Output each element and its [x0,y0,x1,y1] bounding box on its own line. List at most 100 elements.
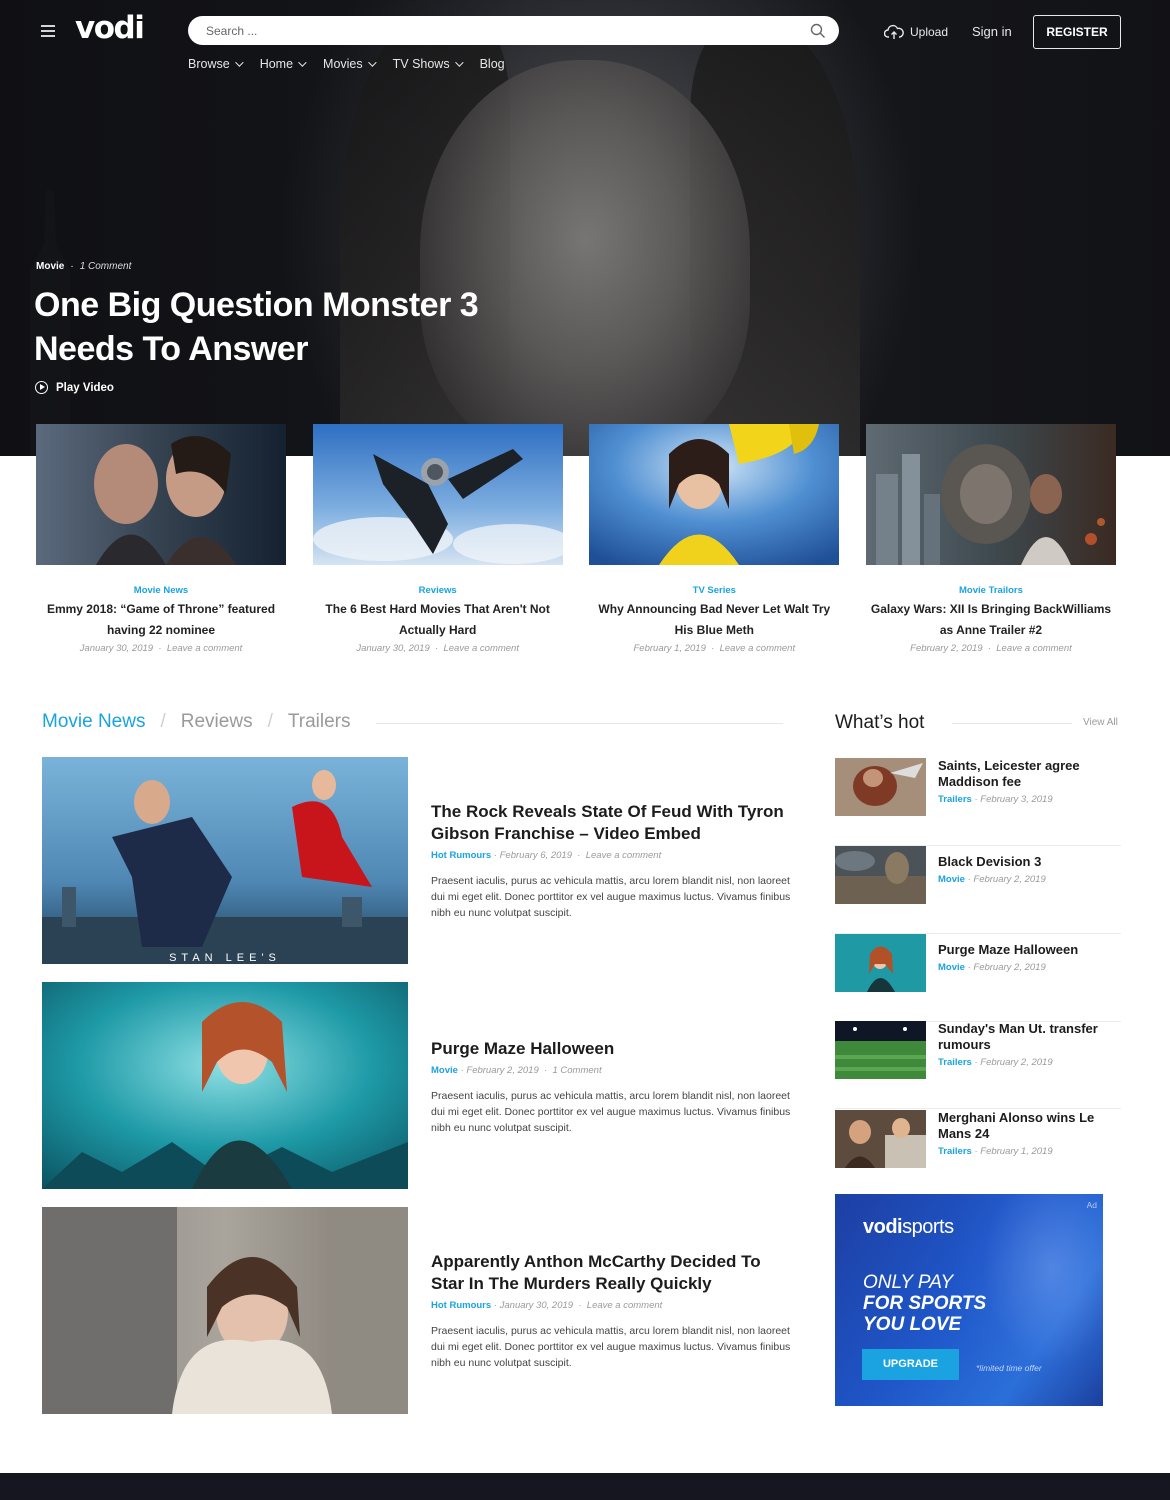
card-title[interactable]: Why Announcing Bad Never Let Walt Try Hi… [589,599,839,641]
post-thumbnail[interactable] [42,982,408,1189]
hero-title[interactable]: One Big Question Monster 3 Needs To Answ… [34,283,514,371]
featured-cards: Movie News Emmy 2018: “Game of Throne” f… [36,424,1116,654]
card-category[interactable]: Movie News [36,585,286,596]
card-comment-link[interactable]: Leave a comment [167,643,243,654]
nav-browse[interactable]: Browse [188,57,244,71]
view-all-link[interactable]: View All [1083,717,1118,728]
post-body: Purge Maze Halloween Movie · February 2,… [431,1038,791,1136]
cloud-upload-icon [884,24,904,39]
sidebar-hot-item[interactable]: Sunday's Man Ut. transfer rumours Traile… [835,1021,1121,1109]
card-meta: February 1, 2019 · Leave a comment [633,643,796,654]
card-comment-link[interactable]: Leave a comment [443,643,519,654]
ad-note: *limited time offer [976,1363,1042,1373]
hero-overlay [0,0,1170,456]
ad-slogan: ONLY PAY FOR SPORTS YOU LOVE [863,1272,987,1335]
hot-meta: Trailers · February 1, 2019 [938,1146,1053,1157]
post-comment-link[interactable]: 1 Comment [552,1065,601,1076]
nav-home[interactable]: Home [260,57,307,71]
featured-card[interactable]: Movie News Emmy 2018: “Game of Throne” f… [36,424,286,654]
card-title[interactable]: Galaxy Wars: XII Is Bringing BackWilliam… [866,599,1116,641]
hot-thumbnail[interactable] [835,1021,926,1079]
content-tabs: Movie News / Reviews / Trailers [42,711,351,733]
card-meta: February 2, 2019 · Leave a comment [910,643,1072,654]
card-meta: January 30, 2019 · Leave a comment [79,643,243,654]
hero-category[interactable]: Movie [36,261,64,272]
nav-blog[interactable]: Blog [480,57,505,71]
list-item: Apparently Anthon McCarthy Decided To St… [42,1207,792,1414]
hot-category[interactable]: Movie [938,962,965,973]
hot-title[interactable]: Saints, Leicester agree Maddison fee [938,758,1118,790]
sidebar-hot-item[interactable]: Merghani Alonso wins Le Mans 24 Trailers… [835,1110,1121,1198]
hot-category[interactable]: Trailers [938,794,972,805]
sidebar-hot-item[interactable]: Black Devision 3 Movie · February 2, 201… [835,846,1121,934]
search-input[interactable] [206,16,796,45]
post-excerpt: Praesent iaculis, purus ac vehicula matt… [431,1325,791,1369]
post-category[interactable]: Hot Rumours [431,1300,491,1311]
hero-meta: Movie · 1 Comment [36,261,131,272]
search-icon[interactable] [810,23,826,39]
hot-category[interactable]: Trailers [938,1146,972,1157]
card-title[interactable]: Emmy 2018: “Game of Throne” featured hav… [36,599,286,641]
hot-category[interactable]: Movie [938,874,965,885]
post-body: The Rock Reveals State Of Feud With Tyro… [431,801,791,921]
featured-card[interactable]: Movie Trailors Galaxy Wars: XII Is Bring… [865,424,1116,654]
tab-trailers[interactable]: Trailers [288,711,351,733]
hot-category[interactable]: Trailers [938,1057,972,1068]
card-thumbnail[interactable] [36,424,286,565]
sidebar-hot-item[interactable]: Saints, Leicester agree Maddison fee Tra… [835,758,1121,846]
site-logo[interactable]: vodi [75,10,145,46]
card-category[interactable]: Movie Trailors [866,585,1116,596]
card-comment-link[interactable]: Leave a comment [996,643,1072,654]
featured-card[interactable]: TV Series Why Announcing Bad Never Let W… [589,424,840,654]
hot-thumbnail[interactable] [835,934,926,992]
hot-thumbnail[interactable] [835,846,926,904]
chevron-down-icon [367,58,377,67]
upgrade-button[interactable]: UPGRADE [862,1349,959,1380]
hot-title[interactable]: Sunday's Man Ut. transfer rumours [938,1021,1118,1053]
card-thumbnail[interactable] [865,424,1116,565]
chevron-down-icon [234,58,244,67]
post-title[interactable]: The Rock Reveals State Of Feud With Tyro… [431,801,791,845]
post-category[interactable]: Hot Rumours [431,850,491,861]
post-image-caption: STAN LEE'S [169,952,281,964]
post-category[interactable]: Movie [431,1065,458,1076]
post-title[interactable]: Apparently Anthon McCarthy Decided To St… [431,1251,791,1295]
hot-title[interactable]: Purge Maze Halloween [938,942,1118,958]
post-comment-link[interactable]: Leave a comment [586,850,662,861]
play-video-button[interactable]: Play Video [35,381,114,394]
featured-card[interactable]: Reviews The 6 Best Hard Movies That Aren… [312,424,573,654]
menu-icon[interactable] [41,25,55,37]
nav-tv-shows[interactable]: TV Shows [393,57,464,71]
hot-title[interactable]: Merghani Alonso wins Le Mans 24 [938,1110,1118,1142]
tab-movie-news[interactable]: Movie News [42,711,145,733]
post-title[interactable]: Purge Maze Halloween [431,1038,791,1060]
sign-in-link[interactable]: Sign in [972,24,1012,39]
hot-thumbnail[interactable] [835,1110,926,1168]
card-category[interactable]: TV Series [589,585,839,596]
register-button[interactable]: REGISTER [1033,15,1121,49]
sidebar-title: What’s hot [835,712,925,733]
hero-comments[interactable]: 1 Comment [80,261,132,272]
card-title[interactable]: The 6 Best Hard Movies That Aren't Not A… [313,599,563,641]
post-meta: Movie · February 2, 2019 · 1 Comment [431,1065,602,1076]
list-item: Purge Maze Halloween Movie · February 2,… [42,982,792,1189]
chevron-down-icon [454,58,464,67]
post-thumbnail[interactable]: STAN LEE'S [42,757,408,964]
upload-link[interactable]: Upload [884,24,948,40]
hot-thumbnail[interactable] [835,758,926,816]
card-thumbnail[interactable] [312,424,573,565]
card-comment-link[interactable]: Leave a comment [720,643,796,654]
post-comment-link[interactable]: Leave a comment [587,1300,663,1311]
sidebar-hot-item[interactable]: Purge Maze Halloween Movie · February 2,… [835,934,1121,1022]
card-thumbnail[interactable] [589,424,840,565]
post-thumbnail[interactable] [42,1207,408,1414]
search-bar[interactable] [188,16,839,45]
nav-movies[interactable]: Movies [323,57,377,71]
post-excerpt: Praesent iaculis, purus ac vehicula matt… [431,1090,791,1134]
tab-reviews[interactable]: Reviews [181,711,253,733]
hero-banner[interactable] [0,0,1170,456]
hot-title[interactable]: Black Devision 3 [938,854,1118,870]
play-video-label: Play Video [56,381,114,394]
card-category[interactable]: Reviews [313,585,563,596]
ad-banner[interactable]: Ad vodisports ONLY PAY FOR SPORTS YOU LO… [835,1194,1103,1406]
